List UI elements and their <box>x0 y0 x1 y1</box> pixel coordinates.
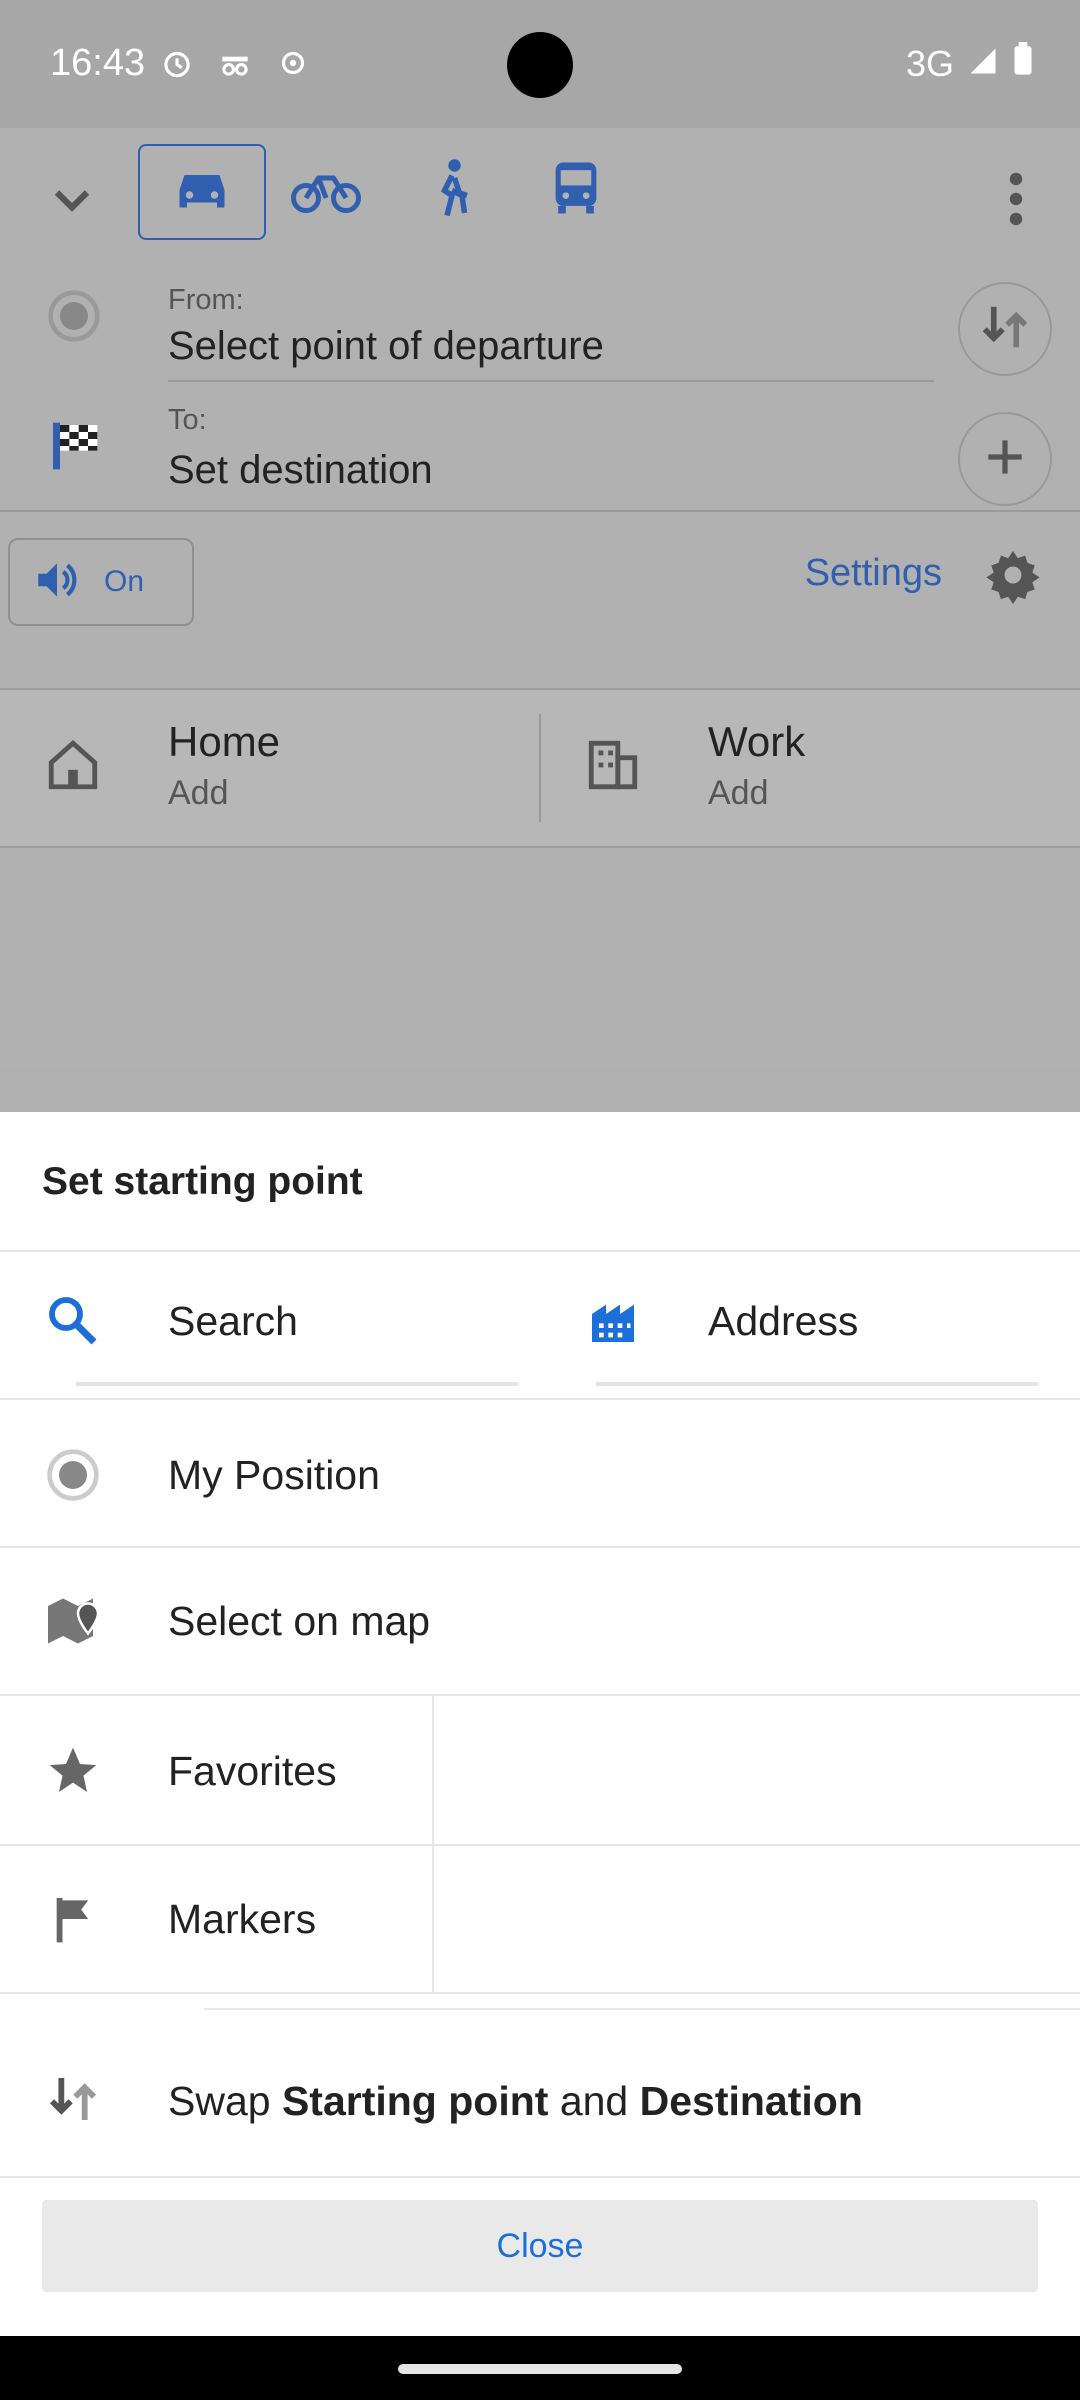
favorites-label: Favorites <box>168 1748 337 1794</box>
status-bar: 16:43 3G <box>0 0 1080 128</box>
mode-walk-button[interactable] <box>390 144 514 236</box>
swap-option[interactable]: Swap Starting point and Destination <box>0 2030 1080 2176</box>
add-intermediate-button[interactable] <box>958 412 1052 506</box>
status-time: 16:43 <box>50 42 146 84</box>
star-icon <box>42 1740 104 1802</box>
mode-transit-button[interactable] <box>514 144 638 236</box>
separator <box>0 1992 1080 1994</box>
work-subtitle: Add <box>708 774 769 812</box>
plus-icon <box>980 432 1030 487</box>
marker-flag-icon <box>42 1888 104 1950</box>
home-title: Home <box>168 718 281 765</box>
settings-link[interactable]: Settings <box>805 552 942 595</box>
status-icons <box>158 44 312 82</box>
search-option[interactable]: Search <box>0 1258 538 1390</box>
voice-guidance-toggle[interactable]: On <box>8 538 194 626</box>
from-underline <box>168 380 934 382</box>
status-right: 3G <box>906 42 1034 85</box>
voice-guidance-label: On <box>104 565 145 598</box>
swap-destination: Destination <box>639 2078 863 2124</box>
home-icon <box>44 736 102 799</box>
search-underline <box>76 1382 518 1386</box>
title-separator <box>0 1250 1080 1252</box>
select-on-map-label: Select on map <box>168 1598 431 1644</box>
separator <box>0 2176 1080 2178</box>
speaker-icon <box>32 555 82 610</box>
swap-and: and <box>548 2078 640 2124</box>
to-row[interactable]: To: Set destination <box>0 384 1080 508</box>
mode-car-button[interactable] <box>138 144 266 240</box>
favorite-places-row: Home Add Work Add <box>0 688 1080 848</box>
address-option[interactable]: Address <box>540 1258 1080 1390</box>
mode-bicycle-button[interactable] <box>264 144 388 236</box>
home-place[interactable]: Home Add <box>0 690 540 846</box>
collapse-button[interactable] <box>42 170 102 230</box>
to-label: To: <box>168 404 207 436</box>
my-position-option[interactable]: My Position <box>0 1402 1080 1546</box>
map-pin-icon <box>42 1590 104 1652</box>
favorites-option[interactable]: Favorites <box>0 1696 432 1844</box>
home-gesture-handle[interactable] <box>398 2364 682 2374</box>
gear-icon[interactable] <box>984 546 1042 604</box>
from-value[interactable]: Select point of departure <box>168 324 604 369</box>
my-position-label: My Position <box>168 1452 380 1498</box>
address-underline <box>596 1382 1038 1386</box>
destination-flag-icon <box>46 418 102 474</box>
search-label: Search <box>168 1298 298 1344</box>
markers-option[interactable]: Markers <box>0 1846 432 1992</box>
close-button[interactable]: Close <box>462 2200 618 2292</box>
search-icon <box>42 1290 104 1352</box>
transport-mode-bar <box>0 128 1080 258</box>
from-label: From: <box>168 284 244 316</box>
swap-starting-point: Starting point <box>281 2078 549 2124</box>
work-place[interactable]: Work Add <box>540 690 1080 846</box>
more-options-button[interactable] <box>986 164 1046 234</box>
camera-cutout <box>507 32 573 98</box>
select-on-map-option[interactable]: Select on map <box>0 1548 1080 1694</box>
bus-icon <box>550 160 602 221</box>
settings-status-icon <box>274 44 312 82</box>
home-subtitle: Add <box>168 774 229 812</box>
signal-icon <box>968 43 998 85</box>
route-panel: From: Select point of departure To: Set … <box>0 128 1080 1066</box>
from-row[interactable]: From: Select point of departure <box>0 258 1080 382</box>
swap-button[interactable] <box>958 282 1052 376</box>
swap-arrows-icon <box>978 300 1032 359</box>
start-point-sheet: Set starting point Search Address My Pos… <box>0 1112 1080 2336</box>
battery-icon <box>1012 42 1034 85</box>
system-nav-bar <box>0 2336 1080 2400</box>
to-value[interactable]: Set destination <box>168 448 433 493</box>
incognito-icon <box>216 44 254 82</box>
alarm-icon <box>158 44 196 82</box>
work-title: Work <box>708 718 806 765</box>
options-bar: On Settings <box>0 510 1080 644</box>
swap-prefix: Swap <box>168 2078 282 2124</box>
swap-arrows-icon <box>42 2068 104 2130</box>
swap-label: Swap Starting point and Destination <box>168 2078 863 2125</box>
pedestrian-icon <box>430 158 474 223</box>
markers-label: Markers <box>168 1896 317 1942</box>
separator <box>204 2008 1080 2010</box>
sheet-title: Set starting point <box>42 1160 363 1203</box>
network-label: 3G <box>905 42 954 84</box>
location-dot-icon <box>42 1444 104 1506</box>
bicycle-icon <box>291 162 361 219</box>
car-icon <box>172 164 232 221</box>
office-building-icon <box>584 736 642 799</box>
close-button-container: Close <box>42 2200 1038 2292</box>
separator <box>0 1398 1080 1400</box>
address-building-icon <box>582 1290 644 1352</box>
address-label: Address <box>708 1298 859 1344</box>
departure-radio-icon <box>46 288 102 344</box>
